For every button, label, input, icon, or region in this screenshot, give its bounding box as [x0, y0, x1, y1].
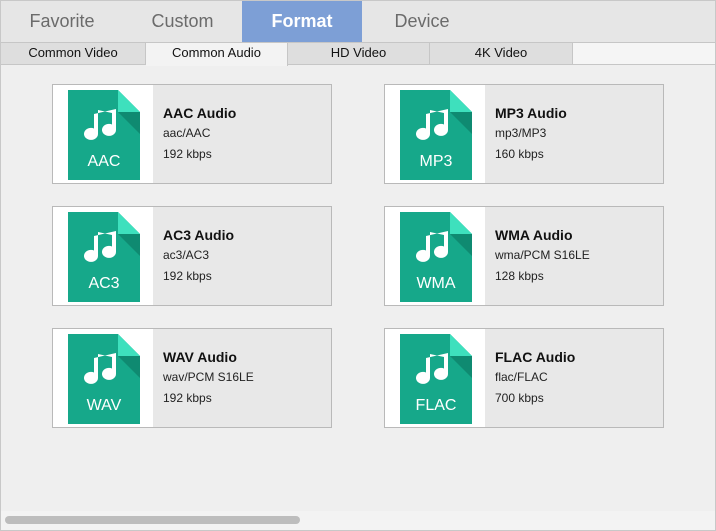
- format-codec: flac/FLAC: [495, 370, 548, 384]
- format-codec: wav/PCM S16LE: [163, 370, 254, 384]
- format-codec: aac/AAC: [163, 126, 211, 140]
- tab-device[interactable]: Device: [362, 1, 482, 42]
- subtab-common-video[interactable]: Common Video: [1, 43, 146, 64]
- format-bitrate: 192 kbps: [163, 147, 212, 161]
- format-card-wav[interactable]: WAV WAV Audio wav/PCM S16LE 192 kbps: [52, 328, 332, 428]
- format-bitrate: 700 kbps: [495, 391, 544, 405]
- subtab-hd-video[interactable]: HD Video: [288, 43, 430, 64]
- format-icon-box: WMA: [385, 207, 485, 305]
- format-bitrate: 192 kbps: [163, 391, 212, 405]
- format-card-ac3[interactable]: AC3 AC3 Audio ac3/AC3 192 kbps: [52, 206, 332, 306]
- scrollbar-thumb[interactable]: [5, 516, 300, 524]
- format-icon-box: WAV: [53, 329, 153, 427]
- format-codec: mp3/MP3: [495, 126, 547, 140]
- format-bitrate: 128 kbps: [495, 269, 544, 283]
- format-extension-label: WAV: [86, 397, 122, 414]
- format-card-wma[interactable]: WMA WMA Audio wma/PCM S16LE 128 kbps: [384, 206, 664, 306]
- format-icon-box: AC3: [53, 207, 153, 305]
- format-name: MP3 Audio: [495, 105, 567, 121]
- format-icon-box: FLAC: [385, 329, 485, 427]
- sub-tabs: Common Video Common Audio HD Video 4K Vi…: [1, 42, 715, 66]
- horizontal-scrollbar[interactable]: [1, 511, 715, 530]
- tab-favorite[interactable]: Favorite: [1, 1, 123, 42]
- format-extension-label: FLAC: [415, 397, 457, 414]
- format-name: WMA Audio: [495, 227, 573, 243]
- format-extension-label: AC3: [88, 275, 120, 292]
- tab-format[interactable]: Format: [242, 1, 362, 42]
- format-codec: ac3/AC3: [163, 248, 210, 262]
- format-extension-label: AAC: [87, 153, 121, 170]
- format-icon-box: MP3: [385, 85, 485, 183]
- subtab-4k-video[interactable]: 4K Video: [430, 43, 573, 64]
- subtab-common-audio[interactable]: Common Audio: [146, 43, 288, 66]
- format-codec: wma/PCM S16LE: [495, 248, 590, 262]
- format-name: AAC Audio: [163, 105, 237, 121]
- format-extension-label: WMA: [416, 275, 456, 292]
- format-name: WAV Audio: [163, 349, 237, 365]
- tab-custom[interactable]: Custom: [123, 1, 242, 42]
- format-icon-box: AAC: [53, 85, 153, 183]
- format-card-flac[interactable]: FLAC FLAC Audio flac/FLAC 700 kbps: [384, 328, 664, 428]
- main-tabs: Favorite Custom Format Device: [1, 1, 715, 42]
- format-name: FLAC Audio: [495, 349, 576, 365]
- format-extension-label: MP3: [419, 153, 453, 170]
- format-card-aac[interactable]: AAC AAC Audio aac/AAC 192 kbps: [52, 84, 332, 184]
- format-bitrate: 160 kbps: [495, 147, 544, 161]
- format-name: AC3 Audio: [163, 227, 235, 243]
- format-card-mp3[interactable]: MP3 MP3 Audio mp3/MP3 160 kbps: [384, 84, 664, 184]
- format-bitrate: 192 kbps: [163, 269, 212, 283]
- format-panel: Favorite Custom Format Device Common Vid…: [0, 0, 716, 531]
